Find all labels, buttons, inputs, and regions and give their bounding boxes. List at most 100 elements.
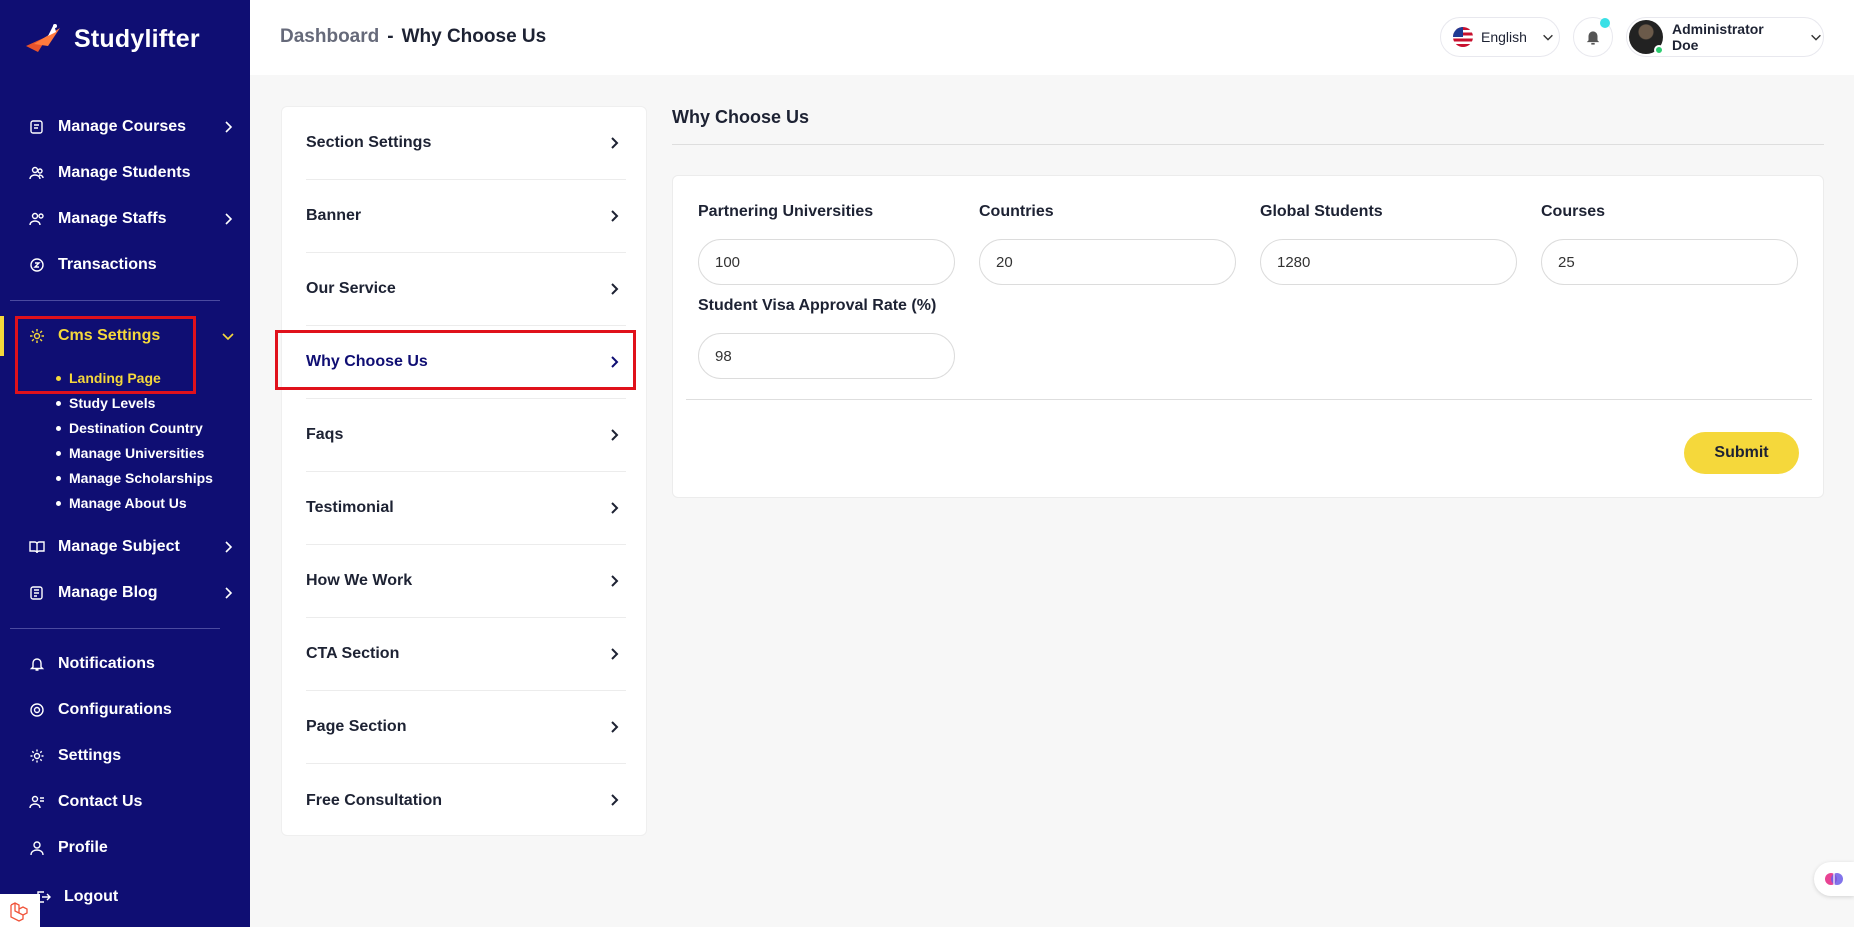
bell-icon (28, 655, 46, 673)
chevron-right-icon (611, 648, 619, 660)
sidebar-item-label: Profile (58, 839, 108, 856)
sidebar-subitem-manage-universities[interactable]: Manage Universities (56, 445, 204, 461)
laravel-icon[interactable] (0, 894, 40, 927)
sidebar-item-label: Manage Courses (58, 118, 187, 135)
bullet-dot (56, 500, 61, 506)
sidebar-item-profile[interactable]: Profile (0, 828, 250, 868)
courses-icon (28, 118, 46, 136)
visa-approval-rate-label: Student Visa Approval Rate (%) (698, 297, 937, 314)
transactions-icon (28, 256, 46, 274)
highlight-box-why-choose-us (275, 330, 636, 390)
countries-input[interactable] (979, 239, 1236, 285)
menu-item-label: Free Consultation (306, 791, 443, 809)
sidebar-item-configurations[interactable]: Configurations (0, 690, 250, 730)
chevron-right-icon (611, 575, 619, 587)
online-status-dot (1653, 45, 1664, 55)
sidebar-item-label: Configurations (58, 701, 172, 718)
visa-approval-rate-input[interactable] (698, 333, 955, 379)
notification-dot (1600, 18, 1610, 28)
subject-icon (28, 538, 46, 556)
menu-item-cta-section[interactable]: CTA Section (306, 618, 626, 691)
sidebar-subitem-manage-scholarships[interactable]: Manage Scholarships (56, 470, 213, 486)
chevron-down-icon (222, 333, 234, 341)
sidebar-item-label: Manage Staffs (58, 210, 167, 227)
sidebar-item-notifications[interactable]: Notifications (0, 644, 250, 684)
menu-item-label: Our Service (306, 280, 396, 297)
menu-item-label: Page Section (306, 718, 407, 735)
chevron-right-icon (611, 429, 619, 441)
partnering-universities-label: Partnering Universities (698, 203, 874, 220)
sidebar-item-manage-staffs[interactable]: Manage Staffs (0, 199, 250, 239)
brand-name: Studylifter (74, 24, 200, 53)
sidebar-subitem-study-levels[interactable]: Study Levels (56, 395, 155, 411)
sidebar-item-transactions[interactable]: Transactions (0, 245, 250, 285)
blog-icon (28, 584, 46, 602)
global-students-input[interactable] (1260, 239, 1517, 285)
menu-item-banner[interactable]: Banner (306, 180, 626, 253)
sidebar-item-manage-students[interactable]: Manage Students (0, 153, 250, 193)
notifications-button[interactable] (1573, 17, 1613, 57)
sidebar-item-label: Logout (64, 888, 119, 905)
menu-item-label: Banner (306, 207, 362, 224)
menu-item-testimonial[interactable]: Testimonial (306, 472, 626, 545)
sidebar-item-label: Notifications (58, 655, 155, 672)
sidebar-item-label: Transactions (58, 256, 157, 273)
sidebar-item-manage-subject[interactable]: Manage Subject (0, 527, 250, 567)
menu-item-section-settings[interactable]: Section Settings (306, 107, 626, 180)
brand-logo[interactable]: Studylifter (24, 22, 200, 56)
sidebar-divider (10, 628, 220, 629)
bell-icon (1586, 31, 1600, 45)
sidebar-item-label: Manage Subject (58, 538, 180, 555)
gear-icon (28, 747, 46, 765)
chevron-down-icon (1811, 34, 1821, 41)
chevron-right-icon (225, 121, 233, 133)
menu-item-page-section[interactable]: Page Section (306, 691, 626, 764)
breadcrumb-separator: - (387, 26, 394, 47)
menu-item-label: How We Work (306, 572, 413, 589)
brain-widget-icon[interactable] (1814, 862, 1854, 896)
title-divider (672, 144, 1824, 145)
bullet-dot (56, 400, 61, 406)
language-label: English (1481, 29, 1527, 45)
chevron-right-icon (611, 502, 619, 514)
language-selector[interactable]: English (1440, 17, 1560, 57)
submit-button[interactable]: Submit (1684, 432, 1799, 474)
sidebar-item-manage-blog[interactable]: Manage Blog (0, 573, 250, 613)
breadcrumb: Dashboard - Why Choose Us (280, 26, 546, 48)
chevron-right-icon (611, 210, 619, 222)
sidebar-item-manage-courses[interactable]: Manage Courses (0, 107, 250, 147)
menu-item-faqs[interactable]: Faqs (306, 399, 626, 472)
form-divider (686, 399, 1812, 400)
sidebar-item-label: Contact Us (58, 793, 143, 810)
configurations-icon (28, 701, 46, 719)
sidebar-subitem-manage-about-us[interactable]: Manage About Us (56, 495, 187, 511)
breadcrumb-root[interactable]: Dashboard (280, 26, 379, 48)
chevron-right-icon (225, 213, 233, 225)
chevron-right-icon (611, 794, 619, 806)
user-menu[interactable]: Administrator Doe (1626, 17, 1824, 57)
bullet-dot (56, 450, 61, 456)
courses-input[interactable] (1541, 239, 1798, 285)
sidebar-divider (10, 300, 220, 301)
avatar (1629, 20, 1664, 55)
countries-label: Countries (979, 203, 1054, 220)
sidebar-item-label: Manage Blog (58, 584, 158, 601)
why-choose-us-form: Partnering Universities Countries Global… (672, 175, 1824, 498)
sidebar-item-label: Manage Students (58, 164, 191, 181)
menu-item-label: CTA Section (306, 645, 400, 662)
sidebar-subitem-destination-country[interactable]: Destination Country (56, 420, 203, 436)
highlight-box-cms-settings (15, 316, 196, 394)
sidebar-item-contact-us[interactable]: Contact Us (0, 782, 250, 822)
sidebar-item-settings[interactable]: Settings (0, 736, 250, 776)
us-flag-icon (1453, 27, 1473, 47)
courses-label: Courses (1541, 203, 1606, 220)
menu-item-how-we-work[interactable]: How We Work (306, 545, 626, 618)
menu-item-free-consultation[interactable]: Free Consultation (306, 764, 626, 837)
menu-item-label: Testimonial (306, 499, 394, 516)
partnering-universities-input[interactable] (698, 239, 955, 285)
chevron-right-icon (611, 721, 619, 733)
chevron-right-icon (611, 137, 619, 149)
user-name: Administrator Doe (1671, 21, 1764, 53)
subitem-label: Study Levels (69, 395, 156, 411)
menu-item-our-service[interactable]: Our Service (306, 253, 626, 326)
